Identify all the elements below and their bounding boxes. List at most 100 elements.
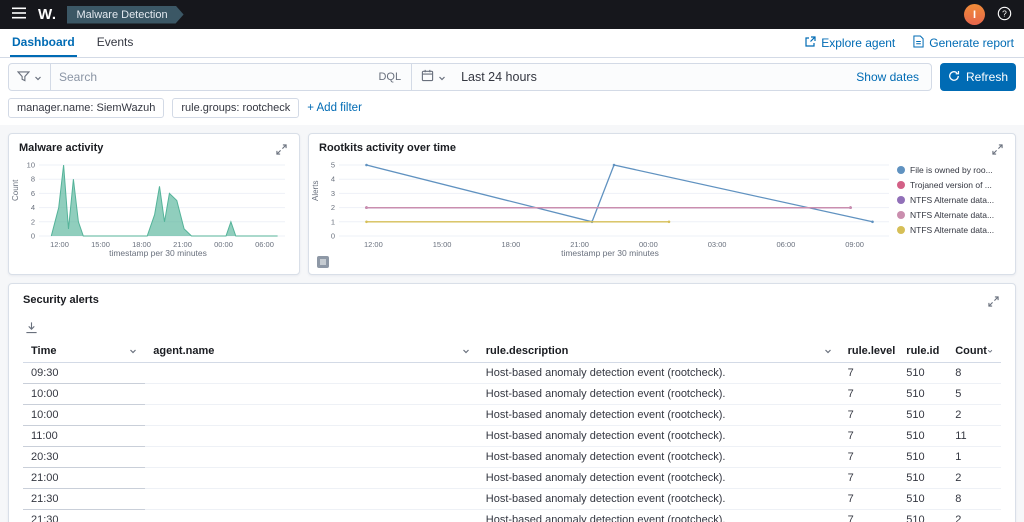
svg-text:09:00: 09:00 <box>845 240 864 249</box>
table-cell <box>145 362 478 384</box>
expand-panel-button[interactable] <box>990 142 1005 157</box>
table-row: 21:30 Host-based anomaly detection event … <box>23 488 1001 510</box>
download-csv-button[interactable] <box>23 317 40 338</box>
table-cell: Host-based anomaly detection event (root… <box>477 509 840 522</box>
filter-pill-manager-name[interactable]: manager.name: SiemWazuh <box>8 98 165 118</box>
table-cell: 5 <box>947 383 1001 405</box>
menu-button[interactable] <box>10 5 28 24</box>
refresh-button[interactable]: Refresh <box>940 63 1016 91</box>
table-cell: 510 <box>898 362 948 384</box>
avatar[interactable]: I <box>964 4 985 25</box>
table-cell[interactable]: 21:30 <box>23 509 146 522</box>
security-alerts-table: Time agent.name rule.description rule.le… <box>23 340 1001 522</box>
table-cell: 510 <box>898 425 948 447</box>
legend-dot <box>897 211 905 219</box>
sort-chevron-icon <box>987 349 993 353</box>
table-cell: Host-based anomaly detection event (root… <box>477 467 840 489</box>
table-cell[interactable]: 21:30 <box>23 488 146 510</box>
table-cell: 7 <box>839 425 899 447</box>
legend-item[interactable]: File is owned by roo... <box>897 165 1007 175</box>
column-label: rule.level <box>847 345 896 357</box>
table-cell: 510 <box>898 446 948 468</box>
legend-item[interactable]: NTFS Alternate data... <box>897 210 1007 220</box>
svg-text:15:00: 15:00 <box>433 240 452 249</box>
column-label: Count <box>955 345 987 357</box>
refresh-icon <box>948 70 960 85</box>
filter-pill-rule-groups[interactable]: rule.groups: rootcheck <box>172 98 300 118</box>
alerts-table-body: 09:30 Host-based anomaly detection event … <box>23 362 1001 522</box>
date-picker-button[interactable] <box>412 64 455 90</box>
table-cell <box>145 383 478 405</box>
table-cell[interactable]: 10:00 <box>23 383 146 405</box>
table-cell: Host-based anomaly detection event (root… <box>477 425 840 447</box>
y-axis-label: Count <box>11 179 20 201</box>
legend-label: Trojaned version of ... <box>910 180 992 190</box>
column-header-agent-name[interactable]: agent.name <box>145 340 478 363</box>
column-label: rule.description <box>485 345 569 357</box>
column-header-rule-id[interactable]: rule.id <box>898 340 948 363</box>
table-row: 11:00 Host-based anomaly detection event … <box>23 425 1001 447</box>
svg-text:0: 0 <box>331 232 335 241</box>
table-cell <box>145 404 478 426</box>
chevron-down-icon <box>34 70 42 85</box>
table-cell[interactable]: 11:00 <box>23 425 146 447</box>
table-cell[interactable]: 20:30 <box>23 446 146 468</box>
column-header-rule-level[interactable]: rule.level <box>839 340 899 363</box>
sort-chevron-icon <box>462 349 469 354</box>
svg-text:03:00: 03:00 <box>708 240 727 249</box>
filter-row: manager.name: SiemWazuh rule.groups: roo… <box>0 96 1024 125</box>
help-button[interactable]: ? <box>995 4 1014 26</box>
rootkits-activity-chart[interactable]: 0 1 2 3 4 5 12:00 15:00 18:00 21:00 00:00 03:00 06:0… <box>323 159 897 249</box>
expand-panel-button[interactable] <box>986 294 1001 309</box>
explore-agent-button[interactable]: Explore agent <box>804 35 895 51</box>
svg-text:5: 5 <box>331 161 335 170</box>
legend-dot <box>897 181 905 189</box>
legend-toggle-button[interactable] <box>315 254 331 270</box>
panel-title: Rootkits activity over time <box>319 142 456 154</box>
table-cell: 8 <box>947 488 1001 510</box>
breadcrumb-malware-detection[interactable]: Malware Detection <box>67 6 184 24</box>
filter-menu-button[interactable] <box>9 64 51 90</box>
svg-text:8: 8 <box>31 175 35 184</box>
table-cell: 510 <box>898 509 948 522</box>
table-cell[interactable]: 10:00 <box>23 404 146 426</box>
table-cell[interactable]: 21:00 <box>23 467 146 489</box>
svg-text:15:00: 15:00 <box>91 240 110 249</box>
legend-item[interactable]: NTFS Alternate data... <box>897 225 1007 235</box>
table-cell: 510 <box>898 383 948 405</box>
svg-text:3: 3 <box>331 189 335 198</box>
column-header-time[interactable]: Time <box>23 340 146 363</box>
table-cell: 510 <box>898 404 948 426</box>
column-header-rule-description[interactable]: rule.description <box>477 340 840 363</box>
x-axis-caption: timestamp per 30 minutes <box>561 248 659 258</box>
table-cell: 2 <box>947 467 1001 489</box>
generate-report-button[interactable]: Generate report <box>913 35 1014 51</box>
legend-item[interactable]: NTFS Alternate data... <box>897 195 1007 205</box>
table-row: 20:30 Host-based anomaly detection event … <box>23 446 1001 468</box>
show-dates-button[interactable]: Show dates <box>844 70 931 84</box>
svg-text:1: 1 <box>331 217 335 226</box>
table-cell <box>145 425 478 447</box>
svg-text:4: 4 <box>31 203 35 212</box>
malware-activity-chart[interactable]: 0 2 4 6 8 10 12:00 15:00 18:00 21:00 00:00 06:00 <box>23 159 293 249</box>
refresh-label: Refresh <box>965 70 1009 84</box>
legend-label: NTFS Alternate data... <box>910 210 995 220</box>
tab-events[interactable]: Events <box>95 29 136 57</box>
chevron-down-icon <box>438 70 446 85</box>
expand-panel-button[interactable] <box>274 142 289 157</box>
query-language-button[interactable]: DQL <box>368 71 411 83</box>
tab-dashboard[interactable]: Dashboard <box>10 29 77 57</box>
table-cell: Host-based anomaly detection event (root… <box>477 383 840 405</box>
svg-text:4: 4 <box>331 175 335 184</box>
legend-dot <box>897 226 905 234</box>
table-cell: 8 <box>947 362 1001 384</box>
table-cell[interactable]: 09:30 <box>23 362 146 384</box>
search-input[interactable] <box>51 70 369 84</box>
legend-item[interactable]: Trojaned version of ... <box>897 180 1007 190</box>
filter-funnel-icon <box>16 70 31 85</box>
time-range-value[interactable]: Last 24 hours <box>455 70 543 84</box>
legend-dot <box>897 196 905 204</box>
column-header-count[interactable]: Count <box>947 340 1001 363</box>
svg-text:12:00: 12:00 <box>364 240 383 249</box>
add-filter-button[interactable]: + Add filter <box>307 102 362 114</box>
